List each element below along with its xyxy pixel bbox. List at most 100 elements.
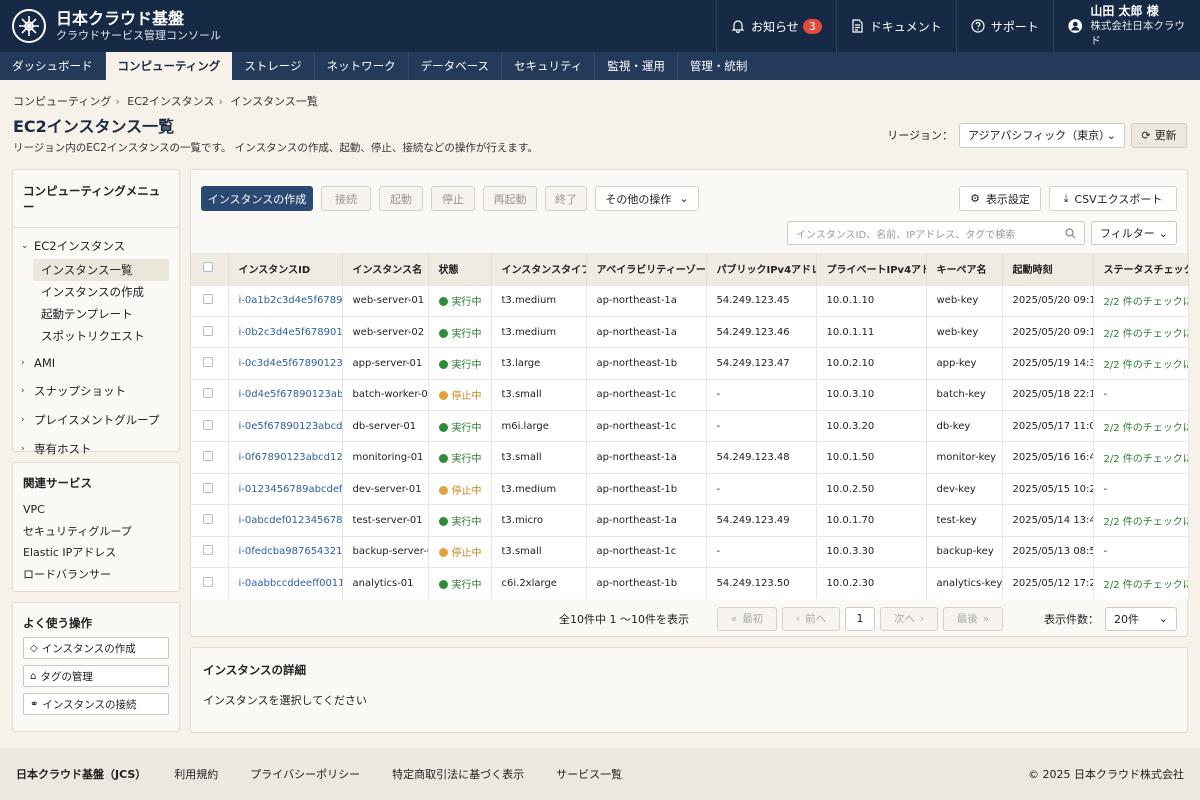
select-all-checkbox-cell[interactable] xyxy=(191,253,229,285)
cell-instance-id[interactable]: i-0e5f67890123abcd1 xyxy=(228,410,343,442)
current-page[interactable]: 1 xyxy=(845,606,875,631)
column-header[interactable]: 起動時刻 xyxy=(1002,253,1094,285)
docs-button[interactable]: ドキュメント xyxy=(835,0,956,52)
column-header[interactable]: 状態 xyxy=(428,253,492,285)
menu-group-ami[interactable]: › AMI xyxy=(13,347,179,375)
menu-item-create-instance[interactable]: インスタンスの作成 xyxy=(33,281,169,303)
cell-instance-id[interactable]: i-0aabbccddeeff0011 xyxy=(228,567,343,599)
footer-link-terms[interactable]: 利用規約 xyxy=(174,766,218,782)
row-checkbox-cell[interactable] xyxy=(191,472,229,505)
cell-text[interactable]: i-0a1b2c3d4e5f67890 xyxy=(239,295,342,306)
row-checkbox-cell[interactable] xyxy=(191,410,229,442)
breadcrumb-computing[interactable]: コンピューティング xyxy=(13,95,111,108)
cell-text[interactable]: i-0aabbccddeeff0011 xyxy=(239,578,342,589)
cell-text[interactable]: i-0c3d4e5f67890123a xyxy=(239,358,342,369)
notifications-button[interactable]: お知らせ 3 xyxy=(716,0,836,52)
related-link-vpc[interactable]: VPC xyxy=(23,499,169,521)
row-checkbox[interactable] xyxy=(203,545,213,556)
row-checkbox[interactable] xyxy=(203,325,213,336)
row-checkbox[interactable] xyxy=(203,576,213,587)
table-row[interactable]: i-0abcdef0123456789 test-server-01 実行中 t3.m… xyxy=(191,504,1189,537)
table-row[interactable]: i-0123456789abcdef0 dev-server-01 停止中 t3.me… xyxy=(191,472,1189,505)
nav-storage[interactable]: ストレージ xyxy=(232,52,315,80)
nav-database[interactable]: データベース xyxy=(409,52,503,80)
cell-instance-id[interactable]: i-0a1b2c3d4e5f67890 xyxy=(228,284,343,317)
row-checkbox-cell[interactable] xyxy=(191,315,229,348)
csv-export-button[interactable]: ⤓ CSVエクスポート xyxy=(1049,186,1177,211)
row-checkbox-cell[interactable] xyxy=(191,284,229,317)
footer-link-commerce[interactable]: 特定商取引法に基づく表示 xyxy=(392,766,524,782)
row-checkbox[interactable] xyxy=(203,513,213,524)
cell-text[interactable]: i-0e5f67890123abcd1 xyxy=(239,421,342,432)
nav-governance[interactable]: 管理・統制 xyxy=(678,52,760,80)
breadcrumb-ec2[interactable]: EC2インスタンス xyxy=(127,95,214,108)
cell-instance-id[interactable]: i-0123456789abcdef0 xyxy=(228,472,343,505)
menu-group-placement[interactable]: › プレイスメントグループ xyxy=(13,404,179,433)
last-page-button[interactable]: 最後 » xyxy=(943,606,1003,631)
nav-security[interactable]: セキュリティ xyxy=(502,52,596,80)
menu-group-snapshot[interactable]: › スナップショット xyxy=(13,375,179,404)
filter-dropdown[interactable]: フィルター ⌄ xyxy=(1091,221,1177,245)
cell-instance-id[interactable]: i-0f67890123abcd12e xyxy=(228,441,343,474)
row-checkbox-cell[interactable] xyxy=(191,504,229,537)
first-page-button[interactable]: « 最初 xyxy=(717,606,777,631)
cell-text[interactable]: i-0fedcba9876543210 xyxy=(239,546,342,557)
related-link-elastic-ip[interactable]: Elastic IPアドレス xyxy=(23,542,169,564)
table-row[interactable]: i-0c3d4e5f67890123a app-server-01 実行中 t3.la… xyxy=(191,347,1189,380)
row-checkbox[interactable] xyxy=(203,482,213,493)
prev-page-button[interactable]: ‹ 前へ xyxy=(782,606,840,631)
cell-instance-id[interactable]: i-0c3d4e5f67890123a xyxy=(228,347,343,380)
cell-instance-id[interactable]: i-0b2c3d4e5f6789012 xyxy=(228,315,343,348)
column-header[interactable]: インスタンスタイプ xyxy=(491,253,587,285)
footer-link-privacy[interactable]: プライバシーポリシー xyxy=(250,766,360,782)
op-manage-tags-button[interactable]: ⌂ タグの管理 xyxy=(23,665,169,687)
row-checkbox[interactable] xyxy=(203,451,213,462)
menu-group-ec2[interactable]: ⌄ EC2インスタンス xyxy=(13,228,179,259)
terminate-button[interactable]: 終了 xyxy=(545,186,587,211)
row-checkbox[interactable] xyxy=(203,388,213,399)
op-connect-instance-button[interactable]: ⚭ インスタンスの接続 xyxy=(23,693,169,715)
row-checkbox[interactable] xyxy=(203,356,213,367)
cell-text[interactable]: i-0d4e5f67890123abc xyxy=(239,389,342,400)
row-checkbox[interactable] xyxy=(203,419,213,430)
row-checkbox-cell[interactable] xyxy=(191,567,229,599)
cell-text[interactable]: i-0123456789abcdef0 xyxy=(239,484,342,495)
stop-button[interactable]: 停止 xyxy=(431,186,475,211)
more-actions-button[interactable]: その他の操作 ⌄ xyxy=(595,186,699,211)
op-create-instance-button[interactable]: ◇ インスタンスの作成 xyxy=(23,637,169,659)
connect-button[interactable]: 接続 xyxy=(321,186,371,211)
cell-instance-id[interactable]: i-0d4e5f67890123abc xyxy=(228,378,343,411)
restart-button[interactable]: 再起動 xyxy=(483,186,537,211)
refresh-button[interactable]: ⟳ 更新 xyxy=(1131,122,1187,148)
table-row[interactable]: i-0d4e5f67890123abc batch-worker-01 停止中 t3.… xyxy=(191,378,1189,411)
cell-text[interactable]: i-0abcdef0123456789 xyxy=(239,515,342,526)
table-row[interactable]: i-0fedcba9876543210 backup-server-01 停止中 t3… xyxy=(191,535,1189,568)
nav-monitoring[interactable]: 監視・運用 xyxy=(595,52,678,80)
cell-text[interactable]: i-0f67890123abcd12e xyxy=(239,452,342,463)
user-menu[interactable]: 山田 太郎 様 株式会社日本クラウド xyxy=(1052,0,1200,52)
column-header[interactable]: ステータスチェック xyxy=(1093,253,1189,285)
next-page-button[interactable]: 次へ › xyxy=(880,606,938,631)
footer-link-services[interactable]: サービス一覧 xyxy=(556,766,622,782)
menu-item-instance-list[interactable]: インスタンス一覧 xyxy=(33,259,169,281)
create-instance-button[interactable]: インスタンスの作成 xyxy=(201,186,313,211)
related-link-load-balancer[interactable]: ロードバランサー xyxy=(23,564,169,586)
menu-item-launch-template[interactable]: 起動テンプレート xyxy=(33,303,169,325)
cell-instance-id[interactable]: i-0fedcba9876543210 xyxy=(228,535,343,568)
per-page-select[interactable]: 20件 ⌄ xyxy=(1105,606,1177,631)
cell-instance-id[interactable]: i-0abcdef0123456789 xyxy=(228,504,343,537)
column-header[interactable]: インスタンスID xyxy=(228,253,343,285)
row-checkbox-cell[interactable] xyxy=(191,535,229,568)
region-select[interactable]: アジアパシフィック（東京） ⌄ xyxy=(959,122,1125,148)
display-settings-button[interactable]: ⚙ 表示設定 xyxy=(959,186,1041,211)
brand[interactable]: 日本クラウド基盤 クラウドサービス管理コンソール xyxy=(0,9,716,43)
row-checkbox-cell[interactable] xyxy=(191,347,229,380)
nav-network[interactable]: ネットワーク xyxy=(315,52,409,80)
nav-computing[interactable]: コンピューティング xyxy=(105,52,233,80)
menu-group-dedicated-host[interactable]: › 専有ホスト xyxy=(13,433,179,462)
table-row[interactable]: i-0aabbccddeeff0011 analytics-01 実行中 c6i.2x… xyxy=(191,567,1189,599)
nav-dashboard[interactable]: ダッシュボード xyxy=(0,52,106,80)
column-header[interactable]: プライベートIPv4アドレス xyxy=(816,253,927,285)
support-button[interactable]: サポート xyxy=(955,0,1053,52)
row-checkbox[interactable] xyxy=(203,294,213,305)
